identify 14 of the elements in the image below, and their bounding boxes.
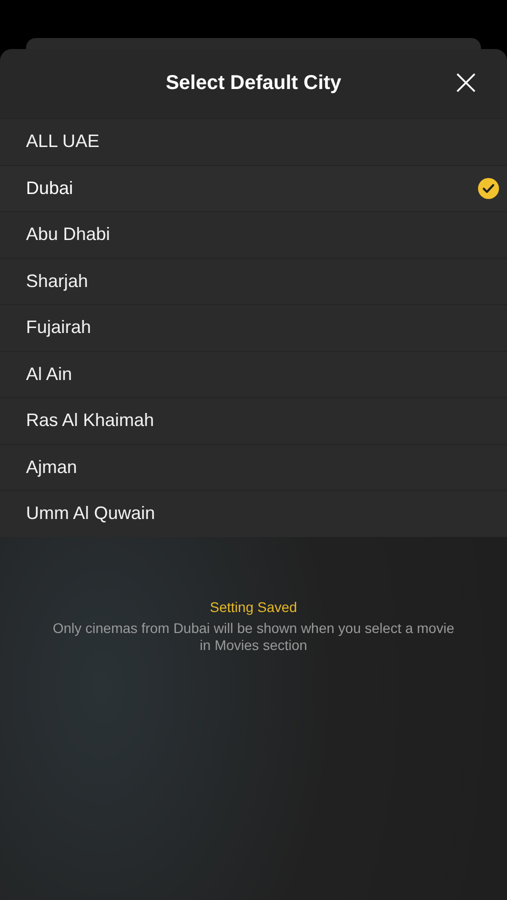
- city-item[interactable]: Al Ain: [0, 350, 507, 397]
- notice-message: Only cinemas from Dubai will be shown when you select a movie in Movies section: [52, 620, 456, 654]
- city-item[interactable]: Dubai: [0, 164, 507, 211]
- city-item[interactable]: Ras Al Khaimah: [0, 397, 507, 444]
- city-item[interactable]: Ajman: [0, 444, 507, 490]
- city-item[interactable]: Umm Al Quwain: [0, 490, 507, 536]
- close-button[interactable]: ×: [446, 67, 485, 99]
- city-item[interactable]: Abu Dhabi: [0, 211, 507, 258]
- city-item[interactable]: ALL UAE: [0, 118, 507, 164]
- city-item[interactable]: Fujairah: [0, 304, 507, 350]
- checkmark-icon: [478, 178, 499, 199]
- notice-title: Setting Saved: [210, 598, 298, 614]
- city-item[interactable]: Sharjah: [0, 258, 507, 304]
- sheet-title: Select Default City: [166, 72, 342, 95]
